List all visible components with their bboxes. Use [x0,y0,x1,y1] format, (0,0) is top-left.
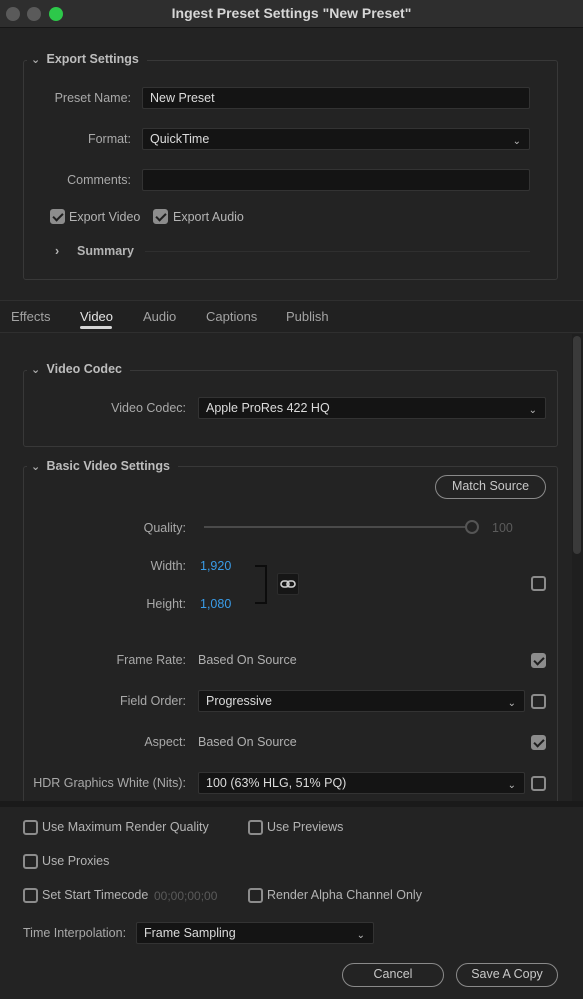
height-value[interactable]: 1,080 [200,597,231,611]
tab-video[interactable]: Video [80,309,113,324]
tab-captions[interactable]: Captions [206,309,257,324]
width-label: Width: [150,559,186,573]
link-icon [280,580,296,588]
quality-value: 100 [492,521,513,535]
set-start-timecode-checkbox[interactable] [23,888,38,903]
export-settings-title: Export Settings [46,52,139,66]
footer-divider [0,801,583,807]
export-video-checkbox[interactable] [50,209,65,224]
video-codec-title: Video Codec [46,362,122,376]
link-bracket [255,565,267,604]
format-dropdown[interactable]: QuickTime ⌄ [142,128,530,150]
window-title: Ingest Preset Settings "New Preset" [171,5,412,21]
chevron-down-icon: ⌄ [31,461,41,473]
format-value: QuickTime [150,132,210,146]
chevron-down-icon: ⌄ [512,136,521,147]
quality-slider-track[interactable] [204,526,472,528]
dimensions-override-checkbox[interactable] [531,576,546,591]
tab-audio[interactable]: Audio [143,309,176,324]
start-timecode-value[interactable]: 00;00;00;00 [154,889,217,903]
basic-video-settings-header[interactable]: ⌄ Basic Video Settings [27,459,178,473]
video-codec-dropdown[interactable]: Apple ProRes 422 HQ ⌄ [198,397,546,419]
format-label: Format: [87,132,131,146]
comments-label: Comments: [67,173,131,187]
basic-video-settings-title: Basic Video Settings [46,459,170,473]
basic-video-settings-group [23,466,558,806]
chevron-down-icon: ⌄ [356,930,365,941]
frame-rate-label: Frame Rate: [116,653,186,667]
active-tab-indicator [80,326,112,329]
export-video-label: Export Video [69,210,141,224]
comments-input[interactable] [142,169,530,191]
video-codec-label: Video Codec: [111,401,186,415]
quality-label: Quality: [143,521,186,535]
hdr-graphics-white-label: HDR Graphics White (Nits): [33,776,186,790]
cancel-button[interactable]: Cancel [342,963,444,987]
scrollbar-thumb[interactable] [573,336,581,554]
save-a-copy-button[interactable]: Save A Copy [456,963,558,987]
chevron-down-icon: ⌄ [528,405,537,416]
hdr-graphics-white-value: 100 (63% HLG, 51% PQ) [206,776,347,790]
export-audio-label: Export Audio [173,210,244,224]
summary-toggle[interactable]: › Summary [55,244,134,258]
frame-rate-value: Based On Source [198,653,297,667]
field-order-dropdown[interactable]: Progressive ⌄ [198,690,525,712]
use-previews-checkbox[interactable] [248,820,263,835]
field-order-label: Field Order: [120,694,186,708]
hdr-graphics-white-dropdown[interactable]: 100 (63% HLG, 51% PQ) ⌄ [198,772,525,794]
chevron-down-icon: ⌄ [31,364,41,376]
height-label: Height: [146,597,186,611]
chevron-right-icon: › [55,244,60,258]
width-value[interactable]: 1,920 [200,559,231,573]
render-alpha-only-checkbox[interactable] [248,888,263,903]
match-source-button[interactable]: Match Source [435,475,546,499]
time-interpolation-dropdown[interactable]: Frame Sampling ⌄ [136,922,374,944]
export-audio-checkbox[interactable] [153,209,168,224]
quality-slider-thumb[interactable] [465,520,479,534]
aspect-label: Aspect: [144,735,186,749]
use-max-render-quality-label: Use Maximum Render Quality [42,820,209,834]
video-codec-value: Apple ProRes 422 HQ [206,401,330,415]
constrain-proportions-button[interactable] [277,573,299,595]
chevron-down-icon: ⌄ [507,780,516,791]
export-settings-header[interactable]: ⌄ Export Settings [27,52,147,66]
frame-rate-checkbox[interactable] [531,653,546,668]
tab-publish[interactable]: Publish [286,309,329,324]
preset-name-label: Preset Name: [54,91,131,105]
video-codec-header[interactable]: ⌄ Video Codec [27,362,130,376]
time-interpolation-value: Frame Sampling [144,926,236,940]
set-start-timecode-label: Set Start Timecode [42,888,149,902]
render-alpha-only-label: Render Alpha Channel Only [267,888,422,902]
time-interpolation-label: Time Interpolation: [23,926,127,940]
preset-name-input[interactable]: New Preset [142,87,530,109]
chevron-down-icon: ⌄ [507,698,516,709]
chevron-down-icon: ⌄ [31,54,41,66]
summary-divider [145,251,530,252]
use-proxies-label: Use Proxies [42,854,110,868]
summary-label: Summary [77,244,134,258]
hdr-graphics-white-checkbox[interactable] [531,776,546,791]
tab-effects[interactable]: Effects [11,309,51,324]
field-order-checkbox[interactable] [531,694,546,709]
aspect-value: Based On Source [198,735,297,749]
use-max-render-quality-checkbox[interactable] [23,820,38,835]
use-proxies-checkbox[interactable] [23,854,38,869]
use-previews-label: Use Previews [267,820,344,834]
aspect-checkbox[interactable] [531,735,546,750]
title-bar: Ingest Preset Settings "New Preset" [0,0,583,28]
field-order-value: Progressive [206,694,272,708]
